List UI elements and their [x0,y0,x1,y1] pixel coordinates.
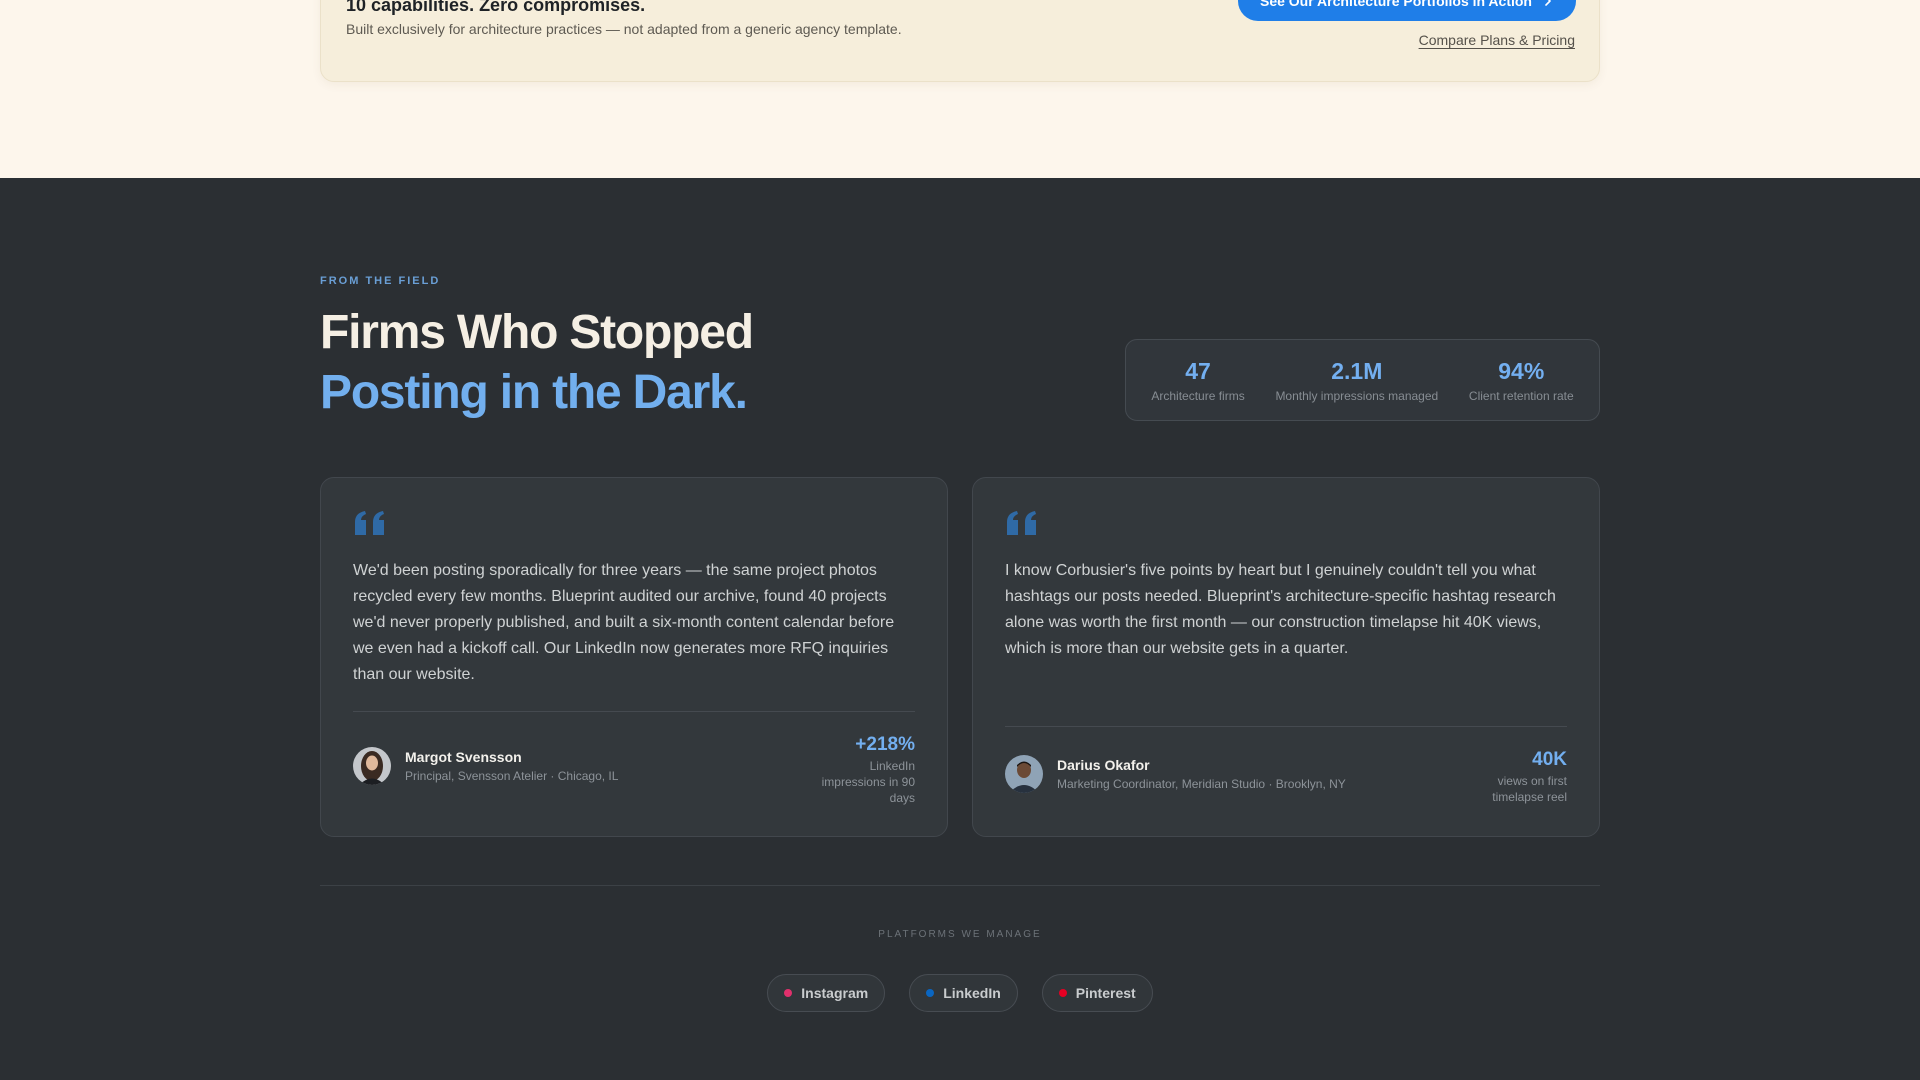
section-headline: Firms Who Stopped Posting in the Dark. [320,303,754,423]
testimonial-card: We'd been posting sporadically for three… [320,477,948,837]
platforms-label: PLATFORMS WE MANAGE [878,929,1042,940]
platform-pill-instagram[interactable]: Instagram [767,974,886,1012]
stat-retention: 94% Client retention rate [1469,358,1574,403]
author-role: Principal, Svensson Atelier · Chicago, I… [405,769,619,783]
testimonial-metric: +218% LinkedIn impressions in 90 days [811,734,915,806]
section-eyebrow: FROM THE FIELD [320,275,441,287]
platform-pill-linkedin[interactable]: LinkedIn [909,974,1018,1012]
platform-name: Instagram [801,985,869,1001]
testimonial-metric: 40K views on first timelapse reel [1477,749,1567,805]
cta-subtitle: Built exclusively for architecture pract… [346,21,902,37]
testimonial-quote: I know Corbusier's five points by heart … [1005,562,1556,657]
stat-label: Client retention rate [1468,388,1574,403]
metric-value: 40K [1532,749,1567,770]
platforms-list: Instagram LinkedIn Pinterest [0,974,1920,1012]
stat-impressions: 2.1M Monthly impressions managed [1275,358,1438,403]
headline-line-1: Firms Who Stopped [320,306,754,359]
stat-label: Monthly impressions managed [1275,388,1439,403]
card-divider [1005,726,1567,727]
testimonial-quote: We'd been posting sporadically for three… [353,562,895,683]
stat-value: 47 [1185,357,1211,384]
stat-value: 2.1M [1331,357,1383,384]
stat-value: 94% [1498,357,1545,384]
cta-title: 10 capabilities. Zero compromises. [346,0,646,15]
card-divider [353,711,915,712]
cta-card: 10 capabilities. Zero compromises. Built… [320,0,1600,82]
compare-plans-link[interactable]: Compare Plans & Pricing [1419,32,1575,48]
cta-section: 10 capabilities. Zero compromises. Built… [0,0,1920,178]
testimonial-author: Margot Svensson Principal, Svensson Atel… [353,747,618,785]
testimonial-card: I know Corbusier's five points by heart … [972,477,1600,837]
linkedin-dot-icon [926,989,935,997]
stat-firms: 47 Architecture firms [1151,358,1244,403]
stat-label: Architecture firms [1151,388,1245,403]
see-portfolios-label: See Our Architecture Portfolios in Actio… [1259,0,1532,9]
see-portfolios-button[interactable]: See Our Architecture Portfolios in Actio… [1238,0,1576,21]
avatar [353,747,391,785]
metric-label: LinkedIn impressions in 90 days [821,759,915,805]
headline-line-2: Posting in the Dark. [320,366,748,419]
instagram-dot-icon [784,989,793,997]
author-name: Darius Okafor [1057,757,1150,773]
platform-pill-pinterest[interactable]: Pinterest [1041,974,1153,1012]
testimonial-author: Darius Okafor Marketing Coordinator, Mer… [1005,755,1346,793]
author-name: Margot Svensson [405,749,522,765]
stats-panel: 47 Architecture firms 2.1M Monthly impre… [1125,339,1600,421]
quote-icon [1007,511,1036,535]
metric-value: +218% [855,734,915,755]
arrow-right-icon [1545,0,1551,6]
avatar [1005,755,1043,793]
testimonials-section: FROM THE FIELD Firms Who Stopped Posting… [0,178,1920,1080]
quote-icon [355,511,384,535]
platform-name: Pinterest [1075,985,1136,1001]
author-role: Marketing Coordinator, Meridian Studio ·… [1057,777,1346,791]
section-divider [320,885,1600,886]
metric-label: views on first timelapse reel [1492,774,1567,804]
platform-name: LinkedIn [943,985,1001,1001]
pinterest-dot-icon [1058,989,1067,997]
